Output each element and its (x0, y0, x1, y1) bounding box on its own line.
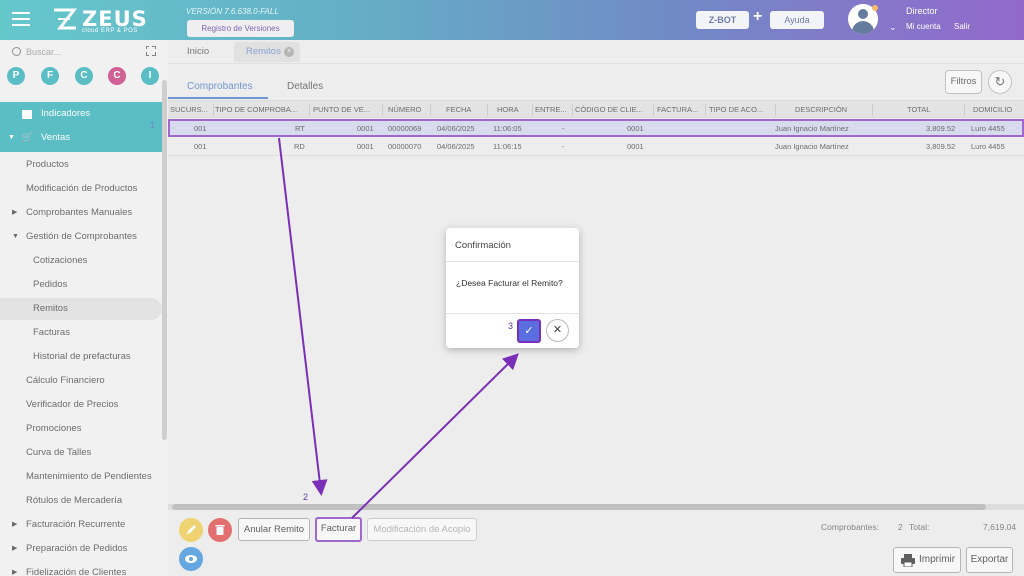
dialog-message: ¿Desea Facturar el Remito? (456, 278, 563, 288)
step-label-3: 3 (508, 321, 514, 331)
cancel-button[interactable]: ✕ (546, 319, 569, 342)
step-label-2: 2 (303, 492, 309, 502)
check-icon: ✓ (524, 325, 534, 337)
close-icon: ✕ (552, 324, 563, 336)
dialog-title: Confirmación (455, 240, 511, 251)
divider (446, 261, 579, 262)
divider (446, 313, 579, 314)
confirm-button[interactable]: ✓ (517, 319, 541, 343)
